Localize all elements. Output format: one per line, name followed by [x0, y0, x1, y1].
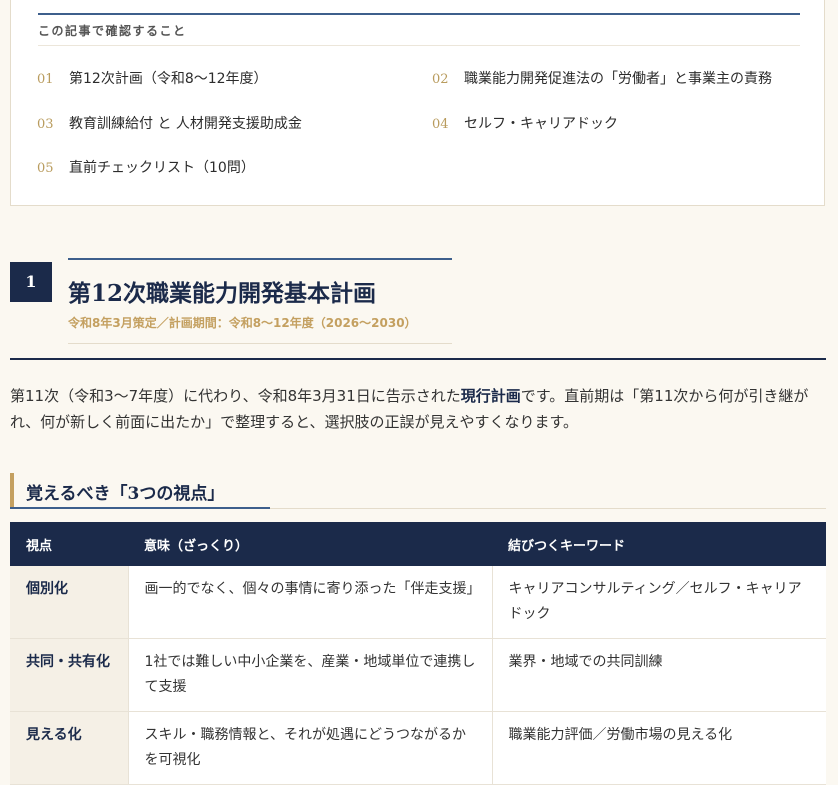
- intro-emphasis: 現行計画: [460, 387, 521, 405]
- section-subtitle: 令和8年3月策定／計画期間：令和8〜12年度（2026〜2030）: [68, 316, 417, 330]
- table-header-cell: 意味（ざっくり）: [128, 522, 492, 566]
- toc-label: 職業能力開発促進法の「労働者」と事業主の責務: [464, 71, 772, 87]
- table-row: 共同・共有化 1社では難しい中小企業を、産業・地域単位で連携して支援 業界・地域…: [10, 638, 826, 712]
- viewpoints-table: 視点 意味（ざっくり） 結びつくキーワード 個別化 画一的でなく、個々の事情に寄…: [10, 522, 826, 785]
- table-cell: キャリアコンサルティング／セルフ・キャリアドック: [491, 565, 826, 639]
- section-number-badge: 1: [10, 262, 52, 302]
- table-header-row: 視点 意味（ざっくり） 結びつくキーワード: [10, 522, 826, 566]
- toc-divider: [38, 45, 800, 46]
- toc-link-02[interactable]: 02 職業能力開発促進法の「労働者」と事業主の責務: [432, 68, 772, 88]
- toc-num: 05: [37, 161, 54, 176]
- toc-link-01[interactable]: 01 第12次計画（令和8〜12年度）: [37, 68, 268, 88]
- toc-num: 01: [37, 72, 54, 87]
- intro-paragraph: 第11次（令和3〜7年度）に代わり、令和8年3月31日に告示された現行計画です。…: [10, 383, 828, 435]
- toc-label: 教育訓練給付 と 人材開発支援助成金: [69, 116, 302, 132]
- subheading-block: 覚えるべき「3つの視点」: [10, 473, 826, 509]
- toc-link-05[interactable]: 05 直前チェックリスト（10問）: [37, 157, 255, 177]
- toc-label: 第12次計画（令和8〜12年度）: [69, 71, 268, 87]
- toc-num: 02: [432, 72, 449, 87]
- table-cell: 業界・地域での共同訓練: [491, 638, 826, 712]
- toc-box: この記事で確認すること 01 第12次計画（令和8〜12年度） 02 職業能力開発促…: [10, 0, 825, 206]
- subheading-rule: [270, 508, 826, 509]
- table-header-cell: 視点: [10, 522, 128, 566]
- toc-label: 直前チェックリスト（10問）: [69, 160, 255, 176]
- table-cell: 1社では難しい中小企業を、産業・地域単位で連携して支援: [127, 638, 492, 712]
- toc-link-04[interactable]: 04 セルフ・キャリアドック: [432, 113, 618, 133]
- table-header-cell: 結びつくキーワード: [492, 522, 826, 566]
- section-title: 第12次職業能力開発基本計画: [68, 280, 377, 307]
- table-row: 見える化 スキル・職務情報と、それが処遇にどうつながるかを可視化 職業能力評価／…: [10, 711, 826, 785]
- toc-num: 04: [432, 117, 449, 132]
- table-cell: 職業能力評価／労働市場の見える化: [491, 711, 826, 785]
- section-title-top-rule: [68, 258, 452, 260]
- toc-label: セルフ・キャリアドック: [464, 116, 618, 132]
- intro-text-1: 第11次（令和3〜7年度）に代わり、令和8年3月31日に告示された: [10, 387, 461, 405]
- subheading-accent-bar: [10, 473, 14, 507]
- table-row: 個別化 画一的でなく、個々の事情に寄り添った「伴走支援」 キャリアコンサルティン…: [10, 565, 826, 639]
- section-subtitle-rule: [68, 343, 452, 344]
- table-row-header: 共同・共有化: [10, 638, 128, 712]
- table-cell: スキル・職務情報と、それが処遇にどうつながるかを可視化: [127, 711, 492, 785]
- subheading: 覚えるべき「3つの視点」: [26, 484, 225, 504]
- table-row-header: 個別化: [10, 565, 128, 639]
- subheading-rule-accent: [10, 507, 270, 509]
- toc-top-rule: [38, 13, 800, 15]
- table-cell: 画一的でなく、個々の事情に寄り添った「伴走支援」: [127, 565, 492, 639]
- table-row-header: 見える化: [10, 711, 128, 785]
- toc-heading: この記事で確認すること: [38, 24, 187, 38]
- toc-num: 03: [37, 117, 54, 132]
- section-divider: [10, 358, 826, 360]
- toc-link-03[interactable]: 03 教育訓練給付 と 人材開発支援助成金: [37, 113, 302, 133]
